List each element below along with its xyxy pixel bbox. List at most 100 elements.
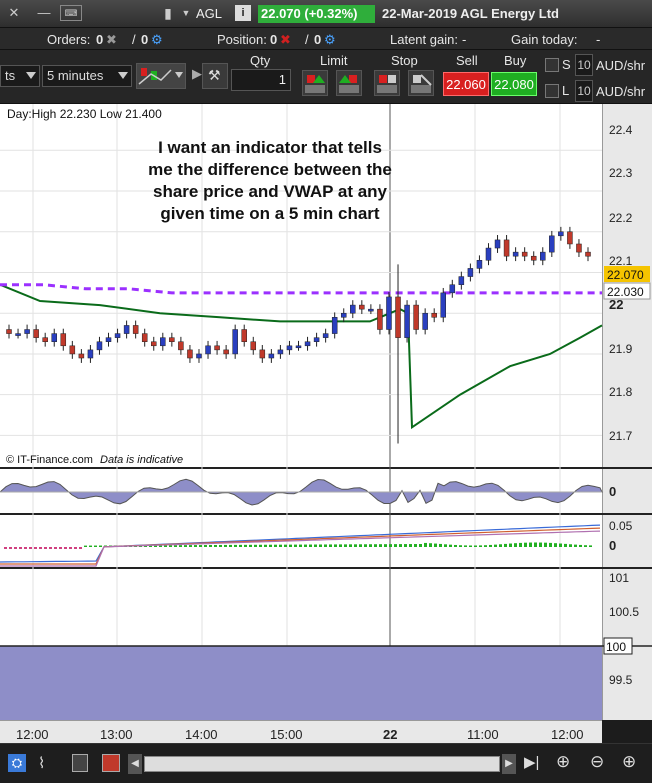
stop-sell-button[interactable] <box>374 70 400 96</box>
macd-histogram-bar <box>354 544 357 547</box>
orders-settings-icon[interactable]: ⚙ <box>151 32 163 48</box>
candlestick-chart-icon[interactable]: ▮ <box>160 5 176 21</box>
macd-histogram-bar <box>19 547 22 549</box>
close-position-icon[interactable]: ✖ <box>280 32 291 48</box>
network-icon[interactable]: ⛭ <box>8 754 26 772</box>
scroll-left-icon[interactable]: ◀ <box>128 754 142 774</box>
macd-histogram-bar <box>484 545 487 547</box>
time-tick: 13:00 <box>100 727 133 742</box>
macd-histogram-bar <box>439 543 442 547</box>
macd-histogram-bar <box>214 544 217 547</box>
macd-histogram-bar <box>539 542 542 547</box>
candle-body <box>404 304 410 338</box>
symbol-label[interactable]: AGL <box>196 6 222 21</box>
candle-body <box>250 341 257 351</box>
macd-histogram-bar <box>299 544 302 547</box>
candle-body <box>286 345 293 351</box>
position-pending: 0 <box>314 32 322 47</box>
interval-select[interactable]: 5 minutes <box>42 65 132 87</box>
zoom-out-icon[interactable]: ⊖ <box>590 752 604 772</box>
panel-toggle-icon[interactable]: ▶ <box>192 66 202 82</box>
zoom-in-icon[interactable]: ⊕ <box>622 752 636 772</box>
limit-sell-icon <box>305 75 325 93</box>
candle-body <box>223 349 229 355</box>
position-settings-icon[interactable]: ⚙ <box>324 32 336 48</box>
limit-buy-button[interactable] <box>336 70 362 96</box>
candle-body <box>42 337 48 342</box>
macd-histogram-bar <box>499 544 502 547</box>
zoom-fit-icon[interactable]: ⊕ <box>556 752 570 772</box>
keyboard-icon[interactable]: ⌨ <box>60 5 82 21</box>
macd-histogram-bar <box>184 545 187 547</box>
page-icon[interactable] <box>72 754 88 772</box>
candle-body <box>295 345 302 349</box>
candle-body <box>232 329 238 355</box>
macd-histogram-bar <box>94 545 97 547</box>
info-icon[interactable]: i <box>235 5 251 21</box>
minimize-icon[interactable]: — <box>36 5 52 21</box>
scroll-end-icon[interactable]: ▶| <box>524 753 539 771</box>
chart-type-value: ts <box>5 68 16 83</box>
gain-today-value: - <box>596 32 601 47</box>
chart-type-select[interactable]: ts <box>0 65 40 87</box>
s-checkbox[interactable] <box>545 58 559 72</box>
data-note-label: Data is indicative <box>100 454 183 466</box>
candle-body <box>422 312 428 330</box>
macd-histogram-bar <box>504 543 507 547</box>
macd-histogram-bar <box>314 544 317 547</box>
price-tick: 21.7 <box>609 429 633 443</box>
candle-body <box>178 341 184 351</box>
macd-histogram-bar <box>589 545 592 547</box>
candle-body <box>313 337 320 342</box>
macd-histogram-bar <box>579 544 582 547</box>
time-tick: 11:00 <box>467 727 499 742</box>
l-checkbox[interactable] <box>545 84 559 98</box>
macd-histogram-bar <box>54 547 57 549</box>
cancel-orders-icon[interactable]: ✖ <box>106 32 117 48</box>
macd-histogram-bar <box>59 547 62 549</box>
time-tick: 15:00 <box>270 727 303 742</box>
stop-buy-button[interactable] <box>408 70 434 96</box>
macd-histogram-bar <box>359 544 362 547</box>
candle-body <box>123 325 130 334</box>
l-input[interactable]: 10 <box>575 80 593 102</box>
candle-body <box>15 333 21 336</box>
chevron-down-icon[interactable]: ▼ <box>178 5 194 21</box>
wrench-icon: ⚒ <box>208 67 221 83</box>
sell-button[interactable]: 22.060 <box>443 72 489 96</box>
candle-body <box>78 353 85 359</box>
lower-panel-fill <box>0 646 602 720</box>
buy-button[interactable]: 22.080 <box>491 72 537 96</box>
macd-histogram-bar <box>194 545 197 547</box>
limit-sell-button[interactable] <box>302 70 328 96</box>
candle-body <box>268 353 275 359</box>
s-input[interactable]: 10 <box>575 54 593 76</box>
window-titlebar: ✕ — ⌨ ▮ ▼ AGL i 22.070 (+0.32%) 22-Mar-2… <box>0 0 652 28</box>
candle-body <box>386 296 392 330</box>
scroll-right-icon[interactable]: ▶ <box>502 754 516 774</box>
macd-histogram-bar <box>9 547 12 549</box>
candle-body <box>377 308 383 330</box>
macd-histogram-bar <box>564 543 567 547</box>
notes-icon[interactable] <box>102 754 120 772</box>
macd-histogram-bar <box>584 545 587 547</box>
time-tick: 12:00 <box>16 727 49 742</box>
candle-body <box>214 345 220 351</box>
candle-body <box>368 308 374 312</box>
chevron-down-icon <box>118 72 128 79</box>
tools-button[interactable]: ⚒ <box>202 63 228 89</box>
annotation-line-1: I want an indicator that tells <box>158 138 382 157</box>
macd-histogram-bar <box>84 545 87 547</box>
horizontal-scrollbar[interactable] <box>144 756 500 772</box>
macd-histogram-bar <box>489 544 492 547</box>
macd-histogram-bar <box>219 544 222 547</box>
qty-input[interactable]: 1 <box>231 69 291 91</box>
close-icon[interactable]: ✕ <box>6 5 22 21</box>
macd-histogram-bar <box>444 544 447 547</box>
magnet-icon[interactable]: ⌇ <box>38 754 45 772</box>
macd-histogram-bar <box>374 544 377 547</box>
osc3-tick: 100.5 <box>609 605 639 619</box>
indicators-button[interactable] <box>136 63 186 89</box>
limit-label: Limit <box>320 53 348 68</box>
macd-histogram-bar <box>464 545 467 547</box>
